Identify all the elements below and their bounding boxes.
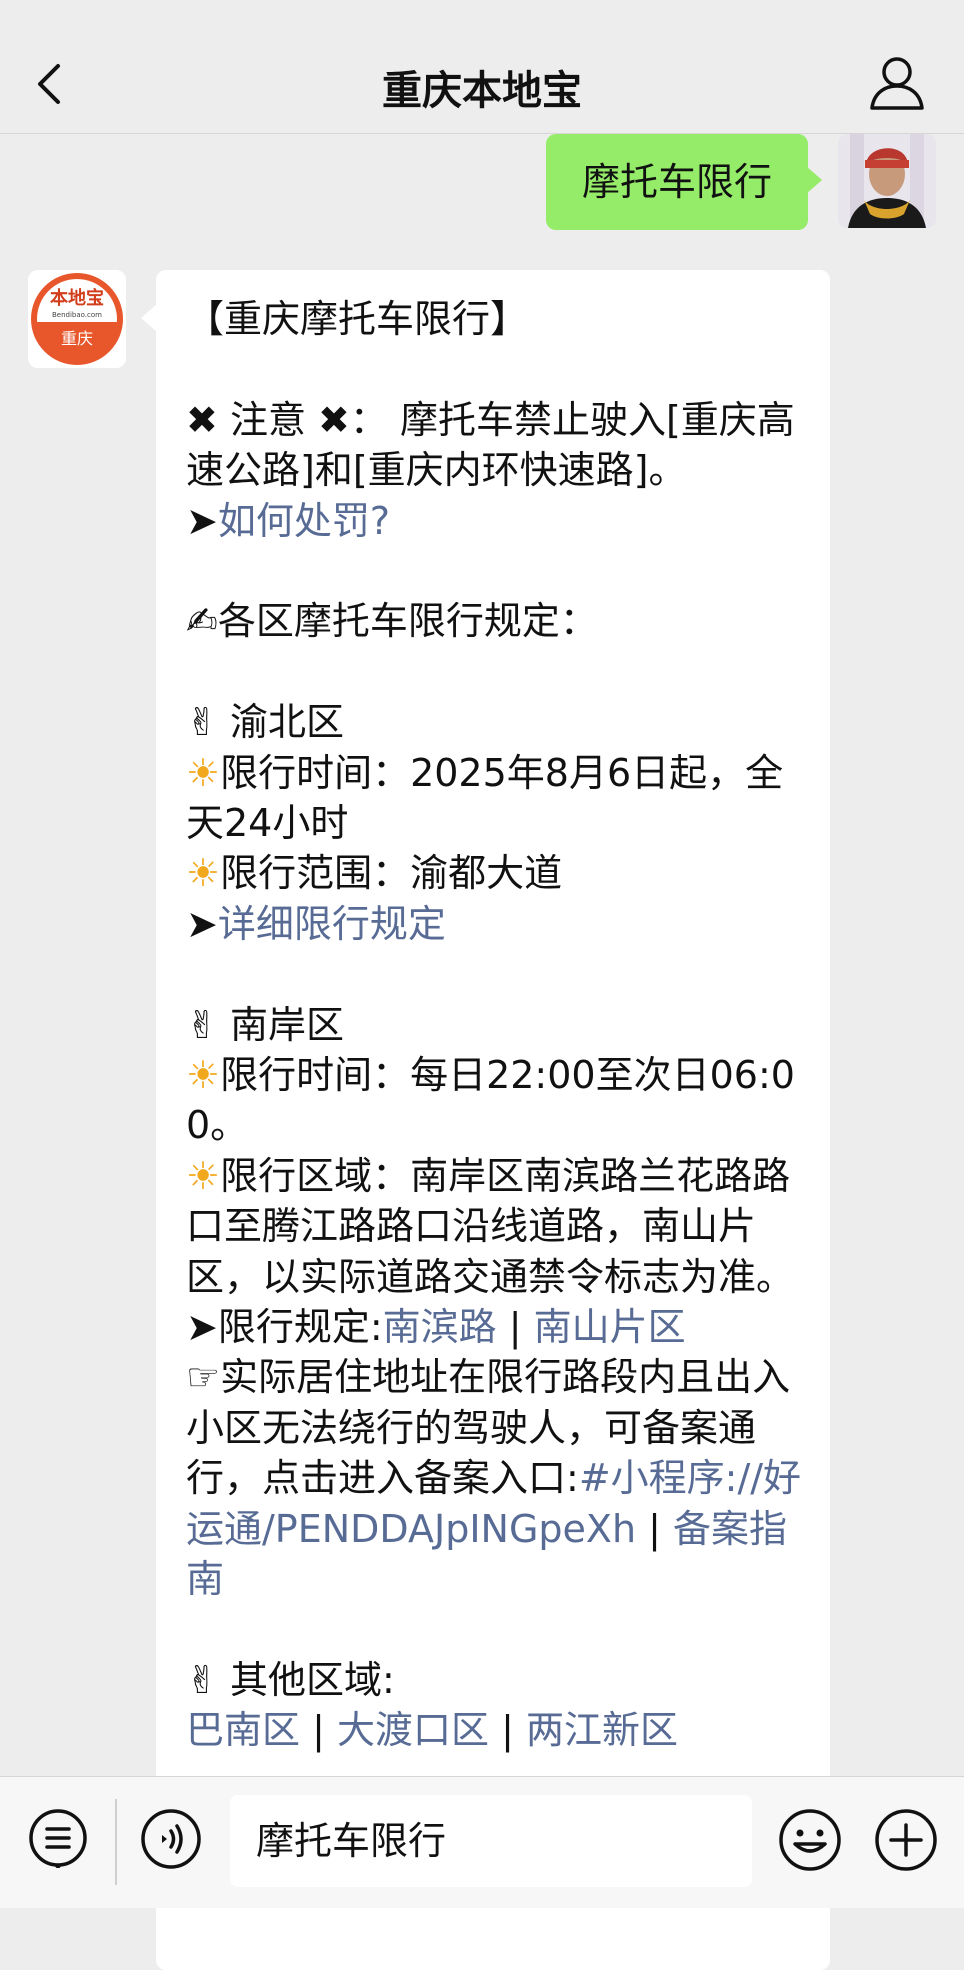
district-yubei: ✌ 渝北区 <box>186 700 344 745</box>
bot-reply-bubble: 【重庆摩托车限行】 ✖ 注意 ✖： 摩托车禁止驶入[重庆高速公路]和[重庆内环快… <box>141 270 830 1970</box>
dadukou-link[interactable]: 大渡口区 <box>337 1708 489 1752</box>
chat-title: 重庆本地宝 <box>382 68 582 114</box>
top-nav-bar: 重庆本地宝 <box>0 0 964 134</box>
sun-icon: ☀ <box>186 1153 221 1198</box>
service-menu-button[interactable] <box>28 1808 88 1870</box>
liangjiang-link[interactable]: 两江新区 <box>526 1708 678 1752</box>
nanan-time: ☀限行时间：每日22:00至次日06:00。 <box>186 1053 795 1148</box>
victory-hand-icon: ✌ <box>186 1002 218 1047</box>
more-button[interactable] <box>874 1808 938 1872</box>
list-menu-icon <box>29 1809 87 1870</box>
user-message-bubble[interactable]: 摩托车限行 <box>546 134 822 230</box>
yubei-scope: ☀限行范围：渝都大道 <box>186 851 563 896</box>
voice-icon <box>141 1809 201 1869</box>
sun-icon: ☀ <box>186 750 221 795</box>
other-links-line: 巴南区 | 大渡口区 | 两江新区 <box>186 1708 678 1753</box>
bot-avatar[interactable]: 本地宝 Bendibao.com 重庆 <box>28 270 126 368</box>
sun-icon: ☀ <box>186 1053 221 1098</box>
yubei-time: ☀限行时间：2025年8月6日起，全天24小时 <box>186 750 784 846</box>
rules-heading: ✍各区摩托车限行规定： <box>186 599 598 644</box>
message-input[interactable]: 摩托车限行 <box>230 1795 752 1887</box>
user-photo <box>838 134 936 228</box>
penalty-link[interactable]: 如何处罚? <box>218 499 390 543</box>
bendibao-logo: 本地宝 Bendibao.com 重庆 <box>28 270 126 368</box>
profile-button[interactable] <box>866 52 928 114</box>
user-avatar[interactable] <box>838 134 936 228</box>
victory-hand-icon: ✌ <box>186 1657 218 1702</box>
victory-hand-icon: ✌ <box>186 700 218 745</box>
cross-mark-icon: ✖ <box>318 397 350 442</box>
bar-divider <box>115 1799 117 1885</box>
svg-text:本地宝: 本地宝 <box>50 287 104 309</box>
smile-icon <box>779 1809 841 1871</box>
svg-text:Bendibao.com: Bendibao.com <box>52 311 102 319</box>
nanbin-road-link[interactable]: 南滨路 <box>383 1305 497 1349</box>
arrow-icon: ➤ <box>186 498 218 543</box>
svg-text:重庆: 重庆 <box>61 329 93 348</box>
person-icon <box>870 57 924 110</box>
nanan-resident-line: ☞实际居住地址在限行路段内且出入小区无法绕行的驾驶人，可备案通行，点击进入备案入… <box>186 1355 802 1602</box>
banan-link[interactable]: 巴南区 <box>186 1708 300 1752</box>
yubei-detail-link[interactable]: 详细限行规定 <box>218 902 446 946</box>
back-button[interactable] <box>28 48 72 120</box>
nanshan-area-link[interactable]: 南山片区 <box>534 1305 686 1349</box>
nanan-rules-line: ➤限行规定:南滨路 | 南山片区 <box>186 1305 686 1350</box>
notice-line: ✖ 注意 ✖： 摩托车禁止驶入[重庆高速公路]和[重庆内环快速路]。 <box>186 397 795 493</box>
user-message-row: 摩托车限行 <box>416 134 936 232</box>
sun-icon: ☀ <box>186 851 221 896</box>
arrow-icon: ➤ <box>186 1305 218 1350</box>
penalty-line: ➤如何处罚? <box>186 496 802 546</box>
yubei-detail-line: ➤详细限行规定 <box>186 899 802 949</box>
writing-hand-icon: ✍ <box>186 599 218 644</box>
pointing-hand-icon: ☞ <box>186 1355 221 1400</box>
arrow-icon: ➤ <box>186 901 218 946</box>
district-nanan: ✌ 南岸区 <box>186 1002 344 1047</box>
plus-icon <box>875 1809 937 1871</box>
chevron-left-icon <box>38 64 60 104</box>
voice-button[interactable] <box>140 1808 202 1870</box>
bottom-input-bar: 摩托车限行 <box>0 1776 964 1908</box>
emoji-button[interactable] <box>778 1808 842 1872</box>
reply-title: 【重庆摩托车限行】 <box>186 297 529 341</box>
district-other: ✌ 其他区域: <box>186 1657 395 1702</box>
cross-mark-icon: ✖ <box>186 397 218 442</box>
nanan-area: ☀限行区域：南岸区南滨路兰花路路口至腾江路路口沿线道路，南山片区，以实际道路交通… <box>186 1153 795 1299</box>
